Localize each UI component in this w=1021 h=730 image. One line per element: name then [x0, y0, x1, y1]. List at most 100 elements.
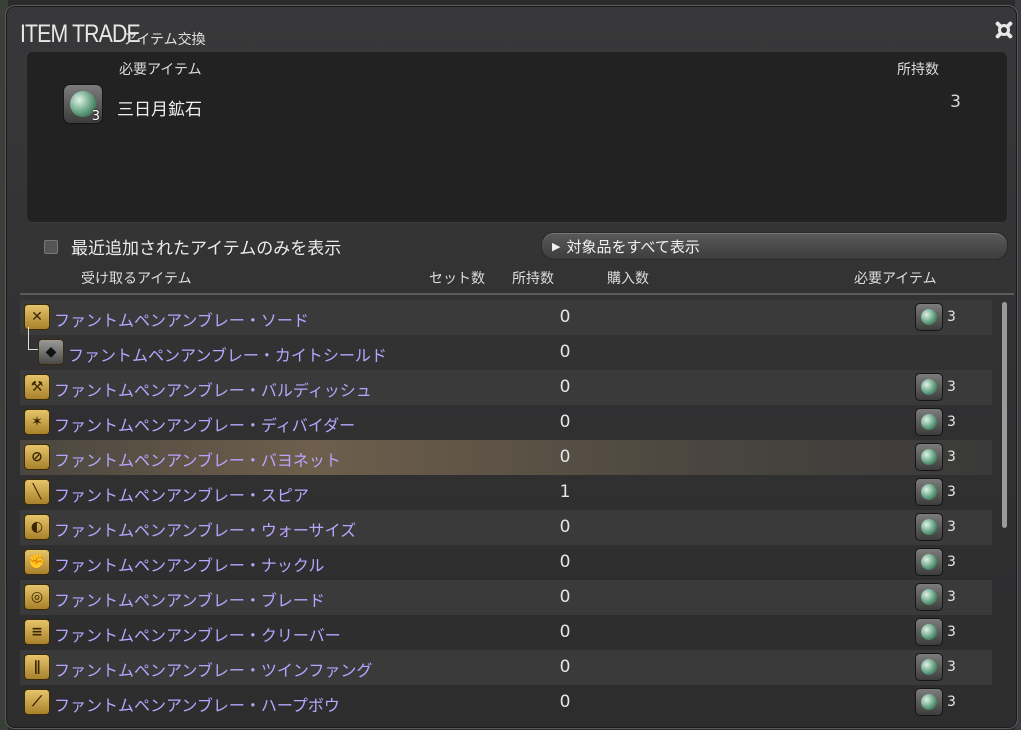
row-owned-count: 0 [559, 552, 571, 572]
trade-row[interactable]: ◎ ファントムペンアンブレー・ブレード 0 3 [20, 580, 992, 615]
row-required-qty: 3 [947, 659, 956, 675]
crescent-ore-icon[interactable] [915, 513, 943, 541]
row-required-qty: 3 [947, 379, 956, 395]
row-required-item: 3 [915, 373, 956, 401]
row-item-name: ファントムペンアンブレー・ソード [54, 311, 309, 330]
col-required-item: 必要アイテム [854, 271, 937, 287]
item-trade-window: ITEM TRADE アイテム交換 必要アイテム 所持数 3 三日月鉱石 3 最… [5, 5, 1018, 729]
blade-icon[interactable]: ◎ [24, 584, 50, 610]
row-owned-count: 0 [559, 517, 571, 537]
crescent-ore-icon[interactable] [915, 548, 943, 576]
row-owned-count: 0 [559, 377, 571, 397]
trade-row[interactable]: ◐ ファントムペンアンブレー・ウォーサイズ 0 3 [20, 510, 992, 545]
row-item-name: ファントムペンアンブレー・バヨネット [54, 451, 341, 470]
row-owned-count: 0 [559, 657, 571, 677]
row-required-qty: 3 [947, 309, 956, 325]
play-triangle-icon: ▶ [552, 239, 561, 253]
row-required-item: 3 [915, 443, 956, 471]
row-required-item: 3 [915, 583, 956, 611]
row-owned-count: 0 [559, 587, 571, 607]
trade-row[interactable]: ✕ ファントムペンアンブレー・ソード 0 3 [20, 300, 992, 335]
header-divider [20, 293, 1014, 295]
trade-row[interactable]: ≡ ファントムペンアンブレー・クリーバー 0 3 [20, 615, 992, 650]
crescent-ore-icon[interactable] [915, 688, 943, 716]
trade-row[interactable]: ✊ ファントムペンアンブレー・ナックル 0 3 [20, 545, 992, 580]
row-required-qty: 3 [947, 589, 956, 605]
axe-icon[interactable]: ⚒ [24, 374, 50, 400]
crescent-ore-icon[interactable] [915, 653, 943, 681]
greatsword-icon[interactable]: ✶ [24, 409, 50, 435]
trade-row[interactable]: ⟋ ファントムペンアンブレー・ハープボウ 0 3 [20, 685, 992, 720]
row-required-qty: 3 [947, 554, 956, 570]
window-subtitle: アイテム交換 [123, 32, 206, 48]
row-owned-count: 0 [559, 622, 571, 642]
recent-filter[interactable]: 最近追加されたアイテムのみを表示 [44, 234, 341, 259]
scythe-icon[interactable]: ◐ [24, 514, 50, 540]
twin-fang-icon[interactable]: ∥ [24, 654, 50, 680]
col-receive-item: 受け取るアイテム [81, 271, 192, 287]
cleaver-icon[interactable]: ≡ [24, 619, 50, 645]
trade-row[interactable]: ╲ ファントムペンアンブレー・スピア 1 3 [20, 475, 992, 510]
row-required-qty: 3 [947, 624, 956, 640]
required-item-owned: 3 [950, 92, 961, 112]
row-required-qty: 3 [947, 414, 956, 430]
trade-row[interactable]: ⊘ ファントムペンアンブレー・バヨネット 0 3 [20, 440, 992, 475]
row-required-qty: 3 [947, 519, 956, 535]
crescent-ore-icon[interactable] [915, 303, 943, 331]
row-required-item: 3 [915, 653, 956, 681]
window-title: ITEM TRADE [20, 20, 141, 48]
crescent-ore-icon[interactable] [915, 583, 943, 611]
crescent-ore-icon[interactable] [915, 618, 943, 646]
row-item-name: ファントムペンアンブレー・ナックル [54, 556, 325, 575]
row-item-name: ファントムペンアンブレー・カイトシールド [68, 346, 387, 365]
bow-icon[interactable]: ⟋ [24, 689, 50, 715]
recent-filter-checkbox[interactable] [44, 239, 58, 254]
required-item-header: 必要アイテム [119, 62, 202, 78]
row-required-qty: 3 [947, 484, 956, 500]
row-item-name: ファントムペンアンブレー・スピア [54, 486, 309, 505]
trade-row[interactable]: ◆ ファントムペンアンブレー・カイトシールド 0 [20, 327, 992, 370]
row-item-name: ファントムペンアンブレー・ブレード [54, 591, 325, 610]
row-required-item: 3 [915, 688, 956, 716]
row-required-item: 3 [915, 408, 956, 436]
recent-filter-label: 最近追加されたアイテムのみを表示 [71, 239, 342, 259]
row-item-name: ファントムペンアンブレー・ツインファング [54, 661, 373, 680]
close-button[interactable] [989, 15, 1019, 45]
row-owned-count: 0 [559, 692, 571, 712]
row-item-name: ファントムペンアンブレー・ウォーサイズ [54, 521, 357, 540]
crescent-ore-icon[interactable] [915, 408, 943, 436]
close-icon [995, 21, 1013, 39]
knuckle-icon[interactable]: ✊ [24, 549, 50, 575]
required-item-name: 三日月鉱石 [117, 100, 202, 120]
show-all-button[interactable]: ▶ 対象品をすべて表示 [541, 232, 1008, 260]
list-scrollbar[interactable] [1002, 302, 1007, 528]
gunblade-icon[interactable]: ⊘ [24, 444, 50, 470]
row-required-item: 3 [915, 548, 956, 576]
row-owned-count: 0 [559, 447, 571, 467]
row-owned-count: 1 [559, 482, 571, 502]
show-all-label: 対象品をすべて表示 [566, 237, 700, 256]
row-item-name: ファントムペンアンブレー・クリーバー [54, 626, 341, 645]
required-item-panel: 必要アイテム 所持数 3 三日月鉱石 3 [26, 51, 1008, 223]
col-sets: セット数 [429, 271, 485, 287]
trade-row[interactable]: ∥ ファントムペンアンブレー・ツインファング 0 3 [20, 650, 992, 685]
row-owned-count: 0 [559, 307, 571, 327]
row-item-name: ファントムペンアンブレー・バルディッシュ [54, 381, 372, 400]
owned-header: 所持数 [897, 62, 939, 78]
crescent-ore-icon[interactable]: 3 [63, 84, 103, 124]
crescent-ore-icon[interactable] [915, 443, 943, 471]
row-item-name: ファントムペンアンブレー・ハープボウ [54, 696, 340, 715]
trade-row[interactable]: ⚒ ファントムペンアンブレー・バルディッシュ 0 3 [20, 370, 992, 405]
trade-row[interactable]: ✶ ファントムペンアンブレー・ディバイダー 0 3 [20, 405, 992, 440]
row-required-qty: 3 [947, 449, 956, 465]
spear-icon[interactable]: ╲ [24, 479, 50, 505]
row-owned-count: 0 [559, 412, 571, 432]
row-required-item: 3 [915, 513, 956, 541]
row-required-item: 3 [915, 478, 956, 506]
shield-icon[interactable]: ◆ [38, 339, 64, 365]
row-required-item: 3 [915, 618, 956, 646]
row-item-name: ファントムペンアンブレー・ディバイダー [54, 416, 356, 435]
crescent-ore-icon[interactable] [915, 478, 943, 506]
crescent-ore-icon[interactable] [915, 373, 943, 401]
row-required-qty: 3 [947, 694, 956, 710]
